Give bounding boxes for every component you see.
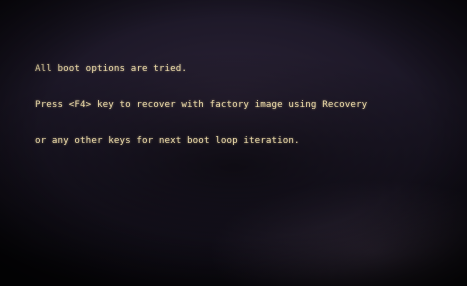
boot-message-line-3: or any other keys for next boot loop ite… [35,135,300,146]
boot-error-screen: All boot options are tried. Press <F4> k… [0,0,467,286]
boot-message: All boot options are tried. Press <F4> k… [35,39,367,171]
boot-message-line-1: All boot options are tried. [35,63,188,74]
boot-message-line-2: Press <F4> key to recover with factory i… [35,99,368,110]
